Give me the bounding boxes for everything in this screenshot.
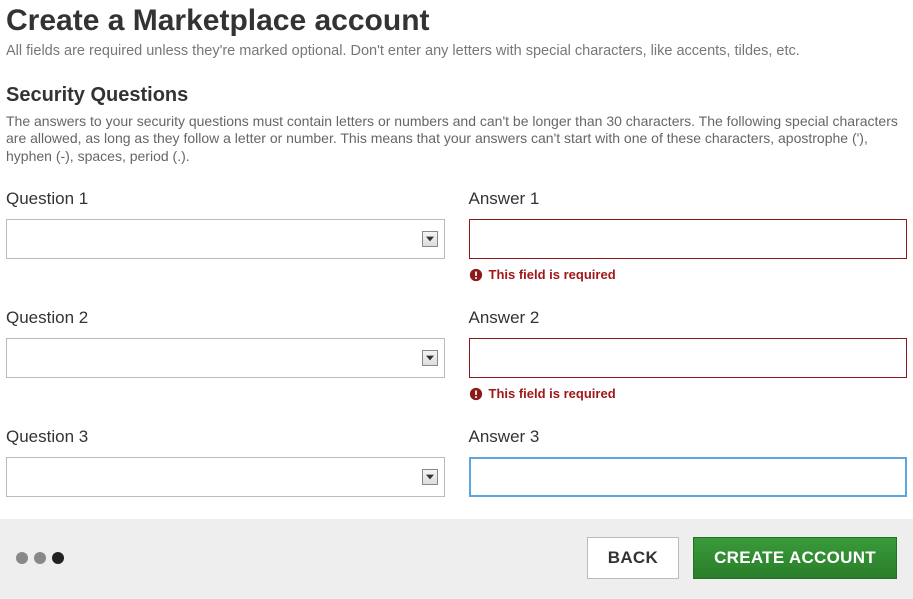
chevron-down-icon [422,469,438,485]
answer-1-error: This field is required [469,267,908,282]
step-dot-3 [52,552,64,564]
security-row-2: Question 2 Answer 2 This field is requir… [6,308,907,401]
answer-3-label: Answer 3 [469,427,908,447]
error-icon [469,387,483,401]
step-dot-1 [16,552,28,564]
answer-1-input[interactable] [469,219,908,259]
security-row-1: Question 1 Answer 1 This field is requir… [6,189,907,282]
error-text: This field is required [489,386,616,401]
answer-2-input[interactable] [469,338,908,378]
error-text: This field is required [489,267,616,282]
question-1-select[interactable] [6,219,445,259]
page-subtitle: All fields are required unless they're m… [6,42,907,62]
page-title: Create a Marketplace account [6,4,907,38]
section-title: Security Questions [6,84,907,107]
answer-3-input[interactable] [469,457,908,497]
error-icon [469,268,483,282]
footer-bar: BACK CREATE ACCOUNT [0,519,913,599]
question-3-select[interactable] [6,457,445,497]
chevron-down-icon [422,231,438,247]
chevron-down-icon [422,350,438,366]
question-3-label: Question 3 [6,427,445,447]
section-description: The answers to your security questions m… [6,113,907,166]
answer-2-error: This field is required [469,386,908,401]
question-2-select[interactable] [6,338,445,378]
security-row-3: Question 3 Answer 3 [6,427,907,497]
step-indicator [16,552,64,564]
step-dot-2 [34,552,46,564]
question-1-label: Question 1 [6,189,445,209]
answer-2-label: Answer 2 [469,308,908,328]
answer-1-label: Answer 1 [469,189,908,209]
question-2-label: Question 2 [6,308,445,328]
